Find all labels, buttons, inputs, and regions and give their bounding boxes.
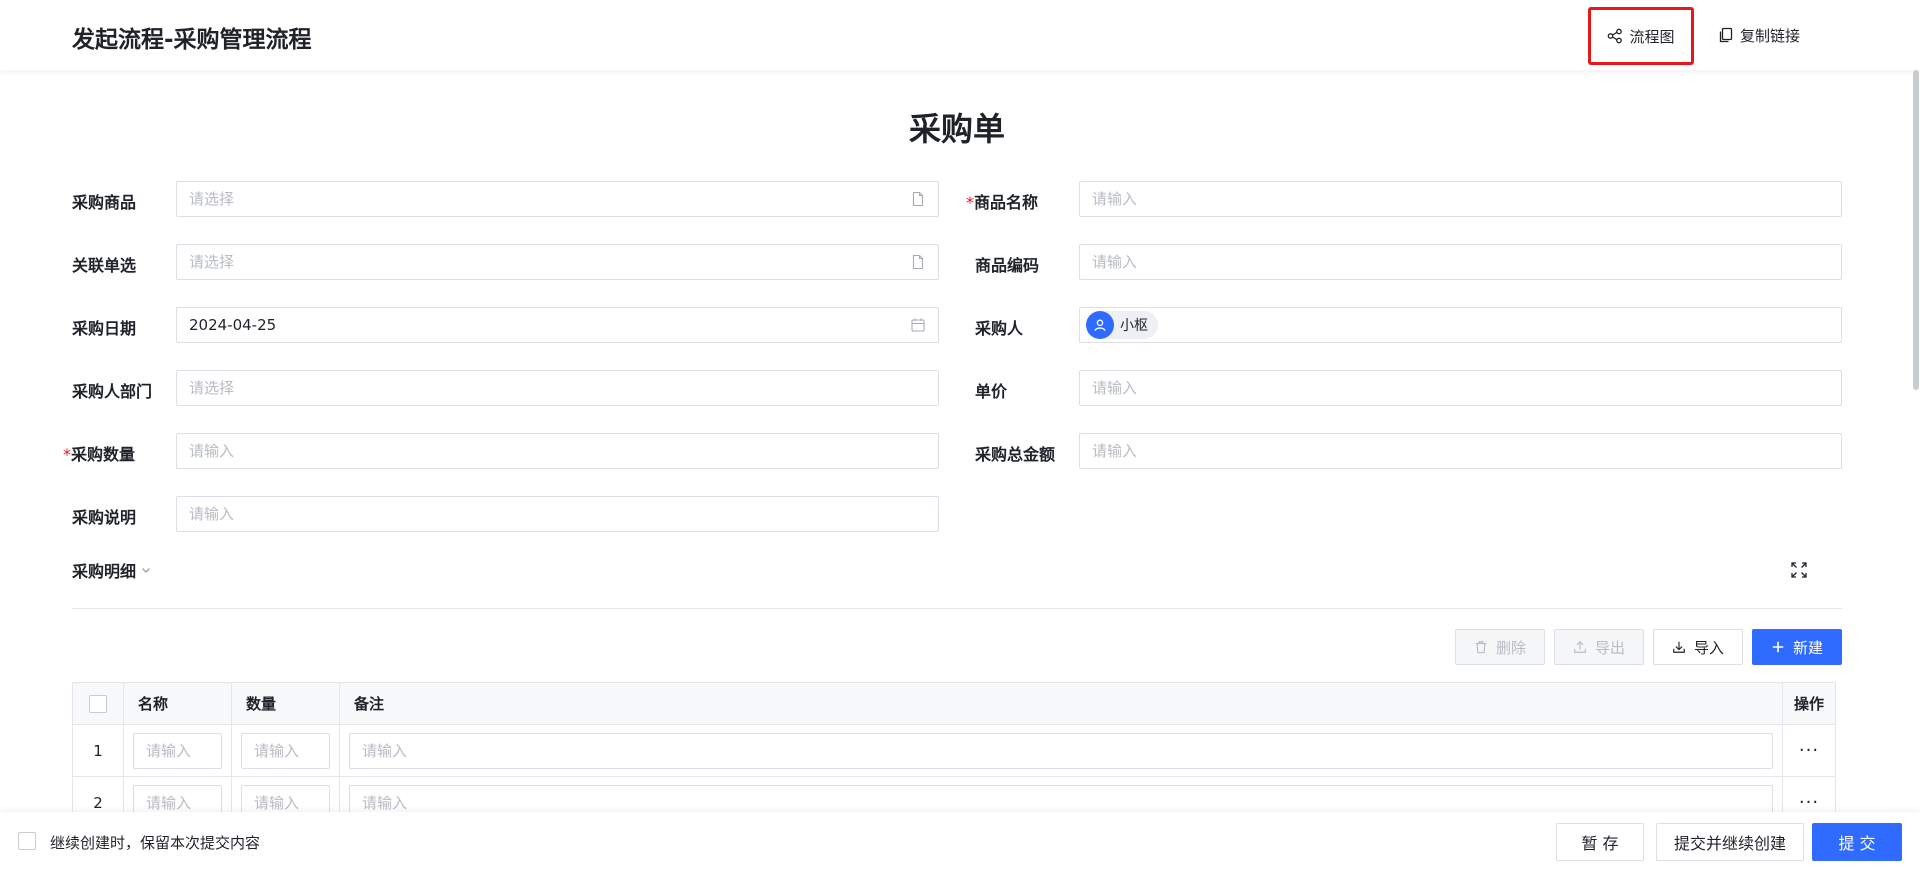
remark-input[interactable] [362, 741, 1760, 760]
export-button[interactable]: 导出 [1554, 629, 1644, 665]
copy-link-button[interactable]: 复制链接 [1718, 22, 1800, 48]
column-header: 备注 [340, 683, 1783, 724]
dept-input[interactable] [189, 379, 926, 397]
flowchart-label: 流程图 [1629, 27, 1675, 46]
more-icon: ··· [1798, 792, 1820, 813]
date-input[interactable] [189, 316, 910, 334]
remark-field[interactable] [349, 732, 1773, 769]
page-header: 发起流程-采购管理流程 流程图 复制链接 [0, 0, 1920, 70]
total-label: 采购总金额 [975, 445, 1056, 464]
keep-content-label: 继续创建时，保留本次提交内容 [50, 834, 261, 852]
upload-icon [1574, 640, 1586, 653]
total-input[interactable] [1092, 442, 1829, 460]
flowchart-button[interactable]: 流程图 [1588, 7, 1694, 65]
goods-input[interactable] [189, 190, 910, 208]
total-field[interactable] [1079, 433, 1842, 469]
add-label: 新建 [1792, 638, 1823, 657]
buyer-field[interactable]: 小枢 [1079, 307, 1842, 343]
user-chip[interactable]: 小枢 [1086, 311, 1158, 339]
goods-label: 采购商品 [72, 193, 137, 212]
copy-link-label: 复制链接 [1740, 26, 1801, 45]
qty-field[interactable] [241, 732, 330, 769]
goods-code-input[interactable] [1092, 253, 1829, 271]
name-cell [124, 725, 232, 776]
column-header: 数量 [232, 683, 340, 724]
unit-price-field[interactable] [1079, 370, 1842, 406]
submit-continue-button[interactable]: 提交并继续创建 [1656, 823, 1804, 861]
name-field[interactable] [133, 732, 222, 769]
quantity-input[interactable] [189, 442, 926, 460]
goods-name-field[interactable] [1079, 181, 1842, 217]
select-all-checkbox[interactable] [89, 694, 107, 713]
name-input[interactable] [146, 741, 209, 760]
qty-input[interactable] [254, 741, 317, 760]
note-field[interactable] [176, 496, 939, 532]
table-row: 1 ··· [73, 725, 1835, 777]
name-input[interactable] [146, 793, 209, 812]
quantity-label: *采购数量 [63, 445, 136, 464]
unit-price-label: 单价 [975, 382, 1008, 401]
import-label: 导入 [1693, 638, 1724, 657]
dept-field[interactable] [176, 370, 939, 406]
date-label: 采购日期 [72, 319, 137, 338]
goods-name-label: *商品名称 [966, 193, 1039, 212]
add-row-button[interactable]: 新建 [1752, 629, 1842, 665]
copy-icon [1719, 27, 1733, 43]
row-more-button[interactable]: ··· [1783, 725, 1835, 776]
goods-select[interactable] [176, 181, 939, 217]
select-all-cell [73, 683, 124, 724]
detail-table: 名称 数量 备注 操作 1 ··· 2 ··· [72, 682, 1836, 830]
trash-icon [1475, 641, 1487, 654]
goods-code-field[interactable] [1079, 244, 1842, 280]
user-avatar-icon [1086, 311, 1114, 339]
unit-price-input[interactable] [1092, 379, 1829, 397]
buyer-label: 采购人 [975, 319, 1024, 338]
document-icon [912, 191, 924, 207]
remark-input[interactable] [362, 793, 1760, 812]
quantity-field[interactable] [176, 433, 939, 469]
form-title: 采购单 [908, 110, 1005, 148]
keep-content-checkbox[interactable] [18, 832, 36, 850]
goods-name-input[interactable] [1092, 190, 1829, 208]
goods-code-label: 商品编码 [975, 256, 1040, 275]
column-header: 操作 [1793, 695, 1824, 713]
download-icon [1673, 641, 1685, 653]
qty-input[interactable] [254, 793, 317, 812]
export-label: 导出 [1594, 638, 1625, 657]
related-label: 关联单选 [72, 256, 137, 275]
save-draft-button[interactable]: 暂 存 [1556, 823, 1644, 861]
qty-cell [232, 725, 340, 776]
plus-icon [1772, 641, 1784, 653]
related-select[interactable] [176, 244, 939, 280]
more-icon: ··· [1798, 740, 1820, 761]
document-icon [912, 254, 924, 270]
note-input[interactable] [189, 505, 926, 523]
dept-label: 采购人部门 [72, 382, 153, 401]
fullscreen-icon[interactable] [1790, 561, 1808, 579]
detail-section-toggle[interactable]: 采购明细 [72, 558, 152, 582]
flowchart-icon [1608, 28, 1623, 44]
row-index: 1 [73, 725, 124, 776]
import-button[interactable]: 导入 [1653, 629, 1743, 665]
section-divider [72, 608, 1842, 609]
related-input[interactable] [189, 253, 910, 271]
detail-title: 采购明细 [72, 562, 137, 581]
user-name: 小枢 [1120, 318, 1148, 334]
page-title: 发起流程-采购管理流程 [72, 27, 312, 53]
date-field[interactable] [176, 307, 939, 343]
chevron-down-icon [142, 568, 150, 573]
column-header: 名称 [124, 683, 232, 724]
delete-label: 删除 [1495, 638, 1526, 657]
calendar-icon [911, 318, 925, 332]
note-cell [340, 725, 1783, 776]
note-label: 采购说明 [72, 508, 137, 527]
delete-button[interactable]: 删除 [1455, 629, 1545, 665]
table-header: 名称 数量 备注 操作 [73, 683, 1835, 725]
submit-button[interactable]: 提 交 [1812, 823, 1902, 861]
